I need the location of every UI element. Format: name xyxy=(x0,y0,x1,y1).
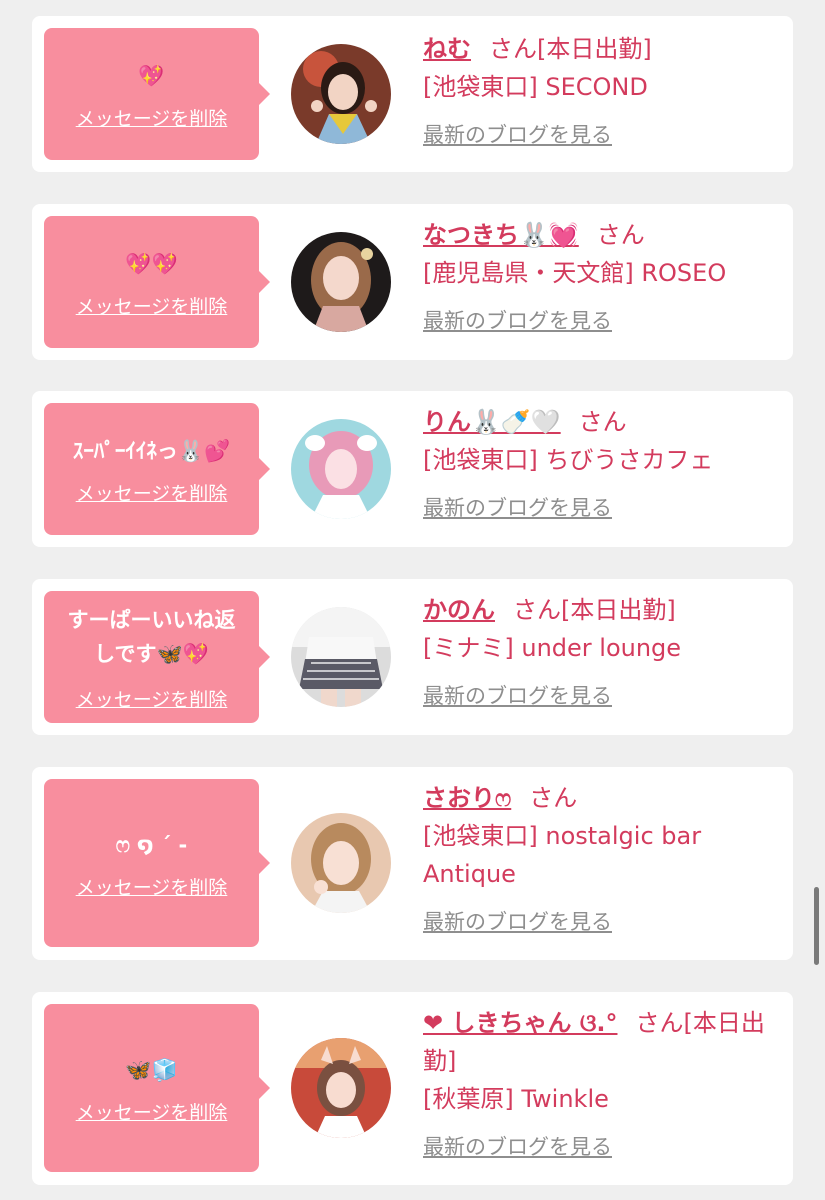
list-item: ｽｰﾊﾟｰｲｲﾈっ🐰💕 メッセージを削除 りん🐰🍼🤍 さん [池袋東口] ちびうさ… xyxy=(32,391,793,547)
avatar[interactable] xyxy=(291,607,391,707)
message-text: 🦋🧊 xyxy=(125,1057,178,1082)
favorite-list: 💖 メッセージを削除 ねむ さん[本日出勤] [池袋東口] SECOND 最新のブ… xyxy=(0,0,825,1200)
list-item: 💖 メッセージを削除 ねむ さん[本日出勤] [池袋東口] SECOND 最新のブ… xyxy=(32,16,793,172)
girl-name-link[interactable]: りん🐰🍼🤍 xyxy=(423,408,561,436)
shop-info: [ミナミ] under lounge xyxy=(423,634,682,662)
avatar-photo xyxy=(291,419,391,519)
girl-name-link[interactable]: かのん xyxy=(423,596,495,624)
avatar[interactable] xyxy=(291,232,391,332)
latest-blog-link[interactable]: 最新のブログを見る xyxy=(423,489,612,527)
girl-name-link[interactable]: さおりෆ xyxy=(423,784,511,812)
latest-blog-link[interactable]: 最新のブログを見る xyxy=(423,1128,612,1166)
shop-info: [池袋東口] SECOND xyxy=(423,73,648,101)
shop-info: [池袋東口] ちびうさカフェ xyxy=(423,446,714,474)
latest-blog-link[interactable]: 最新のブログを見る xyxy=(423,302,612,340)
latest-blog-link[interactable]: 最新のブログを見る xyxy=(423,116,612,154)
shop-info: [秋葉原] Twinkle xyxy=(423,1085,609,1113)
message-text: ෆ ໑ ˊ - xyxy=(115,832,188,857)
delete-message-link[interactable]: メッセージを削除 xyxy=(76,685,228,712)
avatar[interactable] xyxy=(291,1038,391,1138)
delete-message-link[interactable]: メッセージを削除 xyxy=(76,104,228,131)
avatar[interactable] xyxy=(291,813,391,913)
avatar-photo xyxy=(291,232,391,332)
delete-message-link[interactable]: メッセージを削除 xyxy=(76,873,228,900)
shop-info: [池袋東口] nostalgic bar Antique xyxy=(423,822,702,888)
message-bubble: 🦋🧊 メッセージを削除 xyxy=(44,1004,270,1172)
message-bubble: ෆ ໑ ˊ - メッセージを削除 xyxy=(44,779,270,947)
list-item: ෆ ໑ ˊ - メッセージを削除 さおりෆ さん [池袋東口] nostalgic… xyxy=(32,767,793,960)
message-bubble: 💖 メッセージを削除 xyxy=(44,28,270,160)
message-bubble: ｽｰﾊﾟｰｲｲﾈっ🐰💕 メッセージを削除 xyxy=(44,403,270,535)
girl-name-link[interactable]: ❤ しきちゃん ଓ.° xyxy=(423,1009,617,1037)
list-item: 💖💖 メッセージを削除 なつきち🐰💓 さん [鹿児島県・天文館] ROSEO 最新… xyxy=(32,204,793,360)
name-suffix: さん xyxy=(578,408,627,436)
list-item: 🦋🧊 メッセージを削除 ❤ しきちゃん ଓ.° さん[本日出勤] [秋葉原] Tw… xyxy=(32,992,793,1185)
message-bubble: 💖💖 メッセージを削除 xyxy=(44,216,270,348)
delete-message-link[interactable]: メッセージを削除 xyxy=(76,292,228,319)
avatar-photo xyxy=(291,813,391,913)
name-suffix: さん xyxy=(596,221,645,249)
message-bubble: すーぱーいいね返しです🦋💖 メッセージを削除 xyxy=(44,591,270,723)
avatar-photo xyxy=(291,1038,391,1138)
scrollbar[interactable] xyxy=(814,887,819,965)
delete-message-link[interactable]: メッセージを削除 xyxy=(76,1098,228,1125)
message-text: すーぱーいいね返しです🦋💖 xyxy=(67,607,236,666)
girl-name-link[interactable]: ねむ xyxy=(423,35,471,63)
message-text: 💖💖 xyxy=(125,251,178,276)
avatar[interactable] xyxy=(291,419,391,519)
delete-message-link[interactable]: メッセージを削除 xyxy=(76,479,228,506)
latest-blog-link[interactable]: 最新のブログを見る xyxy=(423,903,612,941)
name-suffix: さん xyxy=(529,784,578,812)
message-text: ｽｰﾊﾟｰｲｲﾈっ🐰💕 xyxy=(72,438,231,463)
list-item: すーぱーいいね返しです🦋💖 メッセージを削除 かのん さん[本日出勤] [ミナミ]… xyxy=(32,579,793,735)
message-text: 💖 xyxy=(138,63,165,88)
girl-name-link[interactable]: なつきち🐰💓 xyxy=(423,221,579,249)
latest-blog-link[interactable]: 最新のブログを見る xyxy=(423,677,612,715)
avatar[interactable] xyxy=(291,44,391,144)
name-suffix: さん[本日出勤] xyxy=(513,596,676,624)
shop-info: [鹿児島県・天文館] ROSEO xyxy=(423,259,727,287)
avatar-photo xyxy=(291,607,391,707)
name-suffix: さん[本日出勤] xyxy=(489,35,652,63)
avatar-photo xyxy=(291,44,391,144)
